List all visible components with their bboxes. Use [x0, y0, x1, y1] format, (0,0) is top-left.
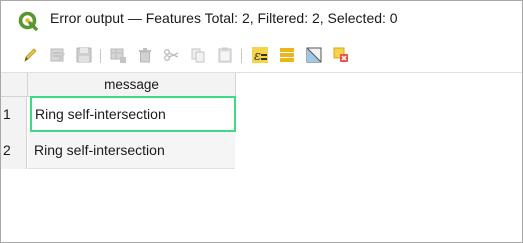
add-feature-button[interactable]: [107, 38, 129, 72]
row-header[interactable]: 2: [1, 131, 27, 169]
save-icon: [76, 47, 92, 63]
toggle-multi-edit-button[interactable]: [47, 38, 69, 72]
trash-icon: [139, 48, 151, 63]
column-header-message[interactable]: message: [28, 73, 236, 97]
delete-selected-button[interactable]: [134, 38, 156, 72]
scissors-icon: [164, 49, 179, 61]
copy-selected-button[interactable]: [187, 38, 209, 72]
select-by-expression-button[interactable]: ε: [249, 38, 271, 72]
qgis-logo-icon: [18, 11, 38, 31]
copy-icon: [191, 48, 205, 63]
table-corner[interactable]: [1, 73, 28, 97]
row-header[interactable]: 1: [1, 97, 27, 131]
title-bar[interactable]: Error output — Features Total: 2, Filter…: [1, 1, 522, 38]
paste-features-button[interactable]: [214, 38, 236, 72]
toolbar-separator: [241, 49, 242, 63]
toggle-editing-button[interactable]: [19, 38, 41, 72]
paste-icon: [218, 47, 232, 63]
cut-selected-button[interactable]: [160, 38, 182, 72]
invert-selection-icon: [306, 47, 322, 63]
attribute-toolbar: ε: [1, 38, 522, 73]
deselect-all-button[interactable]: [330, 38, 352, 72]
select-all-button[interactable]: [276, 38, 298, 72]
svg-text:ε: ε: [254, 49, 261, 64]
save-edits-button[interactable]: [73, 38, 95, 72]
table-cell[interactable]: Ring self-intersection: [28, 132, 235, 169]
invert-selection-button[interactable]: [303, 38, 325, 72]
pencil-icon: [24, 48, 37, 62]
multi-edit-icon: [50, 48, 65, 62]
attribute-table: message 1 Ring self-intersection 2 Ring …: [1, 73, 522, 242]
add-feature-icon: [110, 48, 126, 63]
deselect-icon: [333, 47, 348, 62]
toolbar-separator: [100, 49, 101, 63]
table-cell-selected[interactable]: Ring self-intersection: [30, 96, 236, 132]
attribute-table-window: Error output — Features Total: 2, Filter…: [0, 0, 523, 243]
select-all-icon: [280, 48, 294, 62]
window-title: Error output — Features Total: 2, Filter…: [50, 10, 398, 26]
select-expression-icon: ε: [252, 47, 268, 64]
